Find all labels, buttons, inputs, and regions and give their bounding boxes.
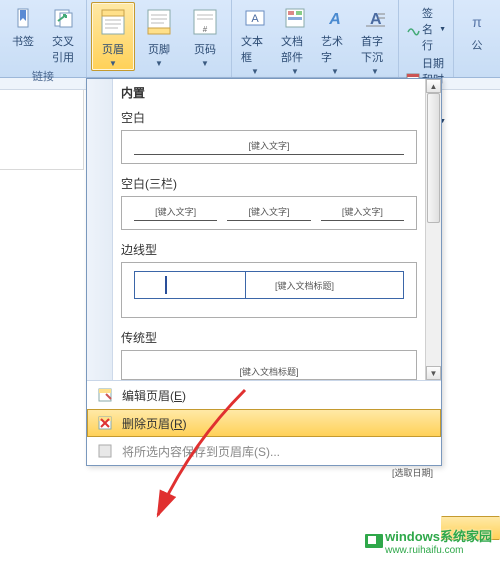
chevron-down-icon: ▼ <box>439 26 446 33</box>
placeholder-text: [键入文字] <box>340 205 385 218</box>
remove-header-label: 删除页眉(R) <box>122 415 187 432</box>
signature-label: 签名行 <box>422 5 437 53</box>
header-label: 页眉 <box>102 41 124 57</box>
dropcap-label: 首字下沉 <box>361 33 389 65</box>
footer-label: 页脚 <box>148 41 170 57</box>
edit-header-menuitem[interactable]: 编辑页眉(E) <box>87 381 441 409</box>
save-to-gallery-menuitem[interactable]: 将所选内容保存到页眉库(S)... <box>87 437 441 465</box>
chevron-down-icon: ▼ <box>371 67 379 76</box>
svg-text:π: π <box>472 14 482 30</box>
header-style-border[interactable]: [键入文档标题] [选取日期] <box>121 262 417 318</box>
wordart-label: 艺术字 <box>321 33 349 65</box>
dropcap-icon: A <box>361 5 389 31</box>
wordart-icon: A <box>321 5 349 31</box>
header-gallery-dropdown: 内置 空白 [键入文字] 空白(三栏) [键入文字] [键入文字] [键入文字]… <box>86 78 442 466</box>
chevron-down-icon: ▼ <box>201 59 209 68</box>
header-style-traditional[interactable]: [键入文档标题] [选取日期] <box>121 350 417 380</box>
chevron-down-icon: ▼ <box>291 67 299 76</box>
bookmark-icon <box>9 5 37 31</box>
placeholder-title: [键入文档标题] <box>134 365 404 378</box>
placeholder-title: [键入文档标题] <box>275 279 334 292</box>
highlight-extension <box>441 516 500 540</box>
equation-group: π 公 <box>454 0 500 77</box>
dropdown-gutter <box>87 79 113 380</box>
header-style-blank[interactable]: [键入文字] <box>121 130 417 164</box>
chevron-down-icon: ▼ <box>155 59 163 68</box>
scroll-up-button[interactable]: ▲ <box>426 79 441 93</box>
quickparts-label: 文档部件 <box>281 33 309 65</box>
gallery-scrollbar[interactable]: ▲ ▼ <box>425 79 441 380</box>
dropcap-button[interactable]: A 首字下沉 ▼ <box>356 2 394 79</box>
pagenum-icon: # <box>188 5 222 39</box>
header-icon <box>96 5 130 39</box>
save-icon <box>94 442 116 460</box>
group-links-label: 链接 <box>32 68 54 86</box>
svg-text:A: A <box>328 11 341 28</box>
wordart-button[interactable]: A 艺术字 ▼ <box>316 2 354 79</box>
placeholder-text: [键入文字] <box>246 205 291 218</box>
placeholder-text: [键入文字] <box>153 205 198 218</box>
pagenum-label: 页码 <box>194 41 216 57</box>
equation-icon: π <box>463 9 491 35</box>
textbox-icon: A <box>241 5 269 31</box>
blank3-label: 空白(三栏) <box>113 170 425 194</box>
header-style-blank-3col[interactable]: [键入文字] [键入文字] [键入文字] <box>121 196 417 230</box>
chevron-down-icon: ▼ <box>109 59 117 68</box>
scroll-down-button[interactable]: ▼ <box>426 366 441 380</box>
save-to-gallery-label: 将所选内容保存到页眉库(S)... <box>122 443 280 460</box>
builtin-section-label: 内置 <box>113 79 425 104</box>
signature-button[interactable]: 签名行 ▼ <box>403 4 449 54</box>
bookmark-button[interactable]: 书签 <box>4 2 42 68</box>
textbox-button[interactable]: A 文本框 ▼ <box>236 2 274 79</box>
svg-text:#: # <box>203 25 208 34</box>
document-area <box>0 90 84 170</box>
border-label: 边线型 <box>113 236 425 260</box>
chevron-down-icon: ▼ <box>251 67 259 76</box>
signature-icon <box>406 21 420 37</box>
edit-icon <box>94 386 116 404</box>
textbox-label: 文本框 <box>241 33 269 65</box>
chevron-down-icon: ▼ <box>331 67 339 76</box>
crossref-button[interactable]: 交叉 引用 <box>44 2 82 68</box>
placeholder-text: [键入文字] <box>246 139 291 152</box>
bookmark-label: 书签 <box>12 33 34 49</box>
equation-button[interactable]: π 公 <box>458 6 496 56</box>
crossref-label: 交叉 引用 <box>52 33 74 65</box>
scrollbar-thumb[interactable] <box>427 93 440 223</box>
equation-label: 公 <box>472 37 483 53</box>
quickparts-button[interactable]: 文档部件 ▼ <box>276 2 314 79</box>
svg-text:A: A <box>251 13 259 25</box>
pagenum-button[interactable]: # 页码 ▼ <box>183 2 227 71</box>
remove-icon <box>94 414 116 432</box>
crossref-icon <box>49 5 77 31</box>
blank-label: 空白 <box>113 104 425 128</box>
traditional-label: 传统型 <box>113 324 425 348</box>
ribbon: 书签 交叉 引用 链接 页眉 ▼ 页 <box>0 0 500 78</box>
quickparts-icon <box>281 5 309 31</box>
windows-flag-icon <box>365 534 383 548</box>
header-button[interactable]: 页眉 ▼ <box>91 2 135 71</box>
footer-icon <box>142 5 176 39</box>
edit-header-label: 编辑页眉(E) <box>122 387 186 404</box>
remove-header-menuitem[interactable]: 删除页眉(R) <box>87 409 441 437</box>
watermark-url: www.ruihaifu.com <box>385 545 492 556</box>
footer-button[interactable]: 页脚 ▼ <box>137 2 181 71</box>
